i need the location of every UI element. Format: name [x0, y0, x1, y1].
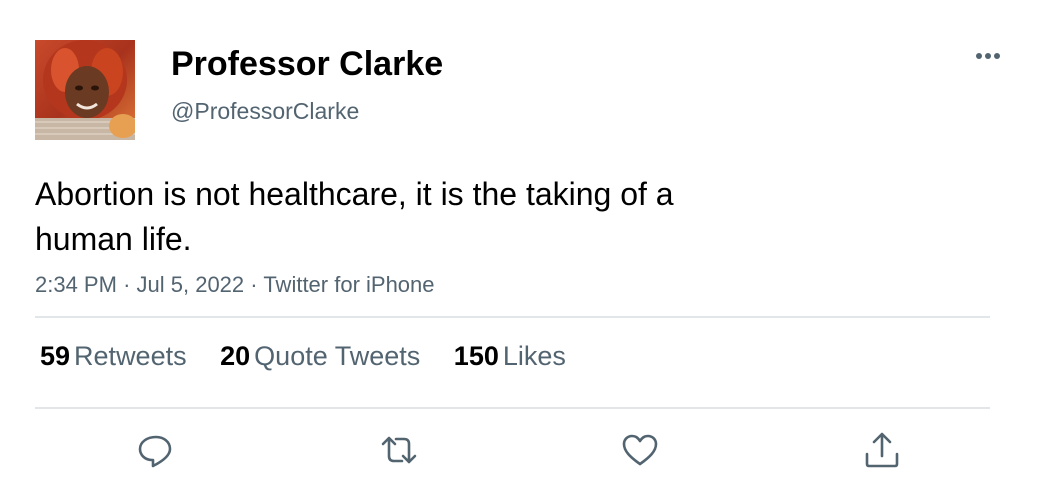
tweet-text-line: human life.	[35, 221, 192, 257]
heart-icon	[622, 434, 658, 466]
quote-tweets-count: 20	[220, 341, 251, 371]
likes-count: 150	[453, 341, 499, 371]
tweet-meta: 2:34 PM · Jul 5, 2022 · Twitter for iPho…	[35, 272, 435, 298]
tweet-text-line: Abortion is not healthcare, it is the ta…	[35, 176, 674, 212]
retweet-button[interactable]	[379, 430, 419, 470]
tweet-text: Abortion is not healthcare, it is the ta…	[35, 172, 795, 262]
avatar[interactable]	[35, 40, 135, 140]
tweet-source[interactable]: Twitter for iPhone	[263, 272, 434, 297]
author-name[interactable]: Professor Clarke	[171, 45, 443, 84]
like-button[interactable]	[620, 430, 660, 470]
reply-icon	[138, 435, 172, 468]
likes-stat[interactable]: 150 Likes	[454, 341, 566, 372]
tweet-time[interactable]: 2:34 PM	[35, 272, 117, 297]
likes-label: Likes	[502, 341, 566, 371]
avatar-image	[35, 40, 135, 140]
quote-tweets-stat[interactable]: 20 Quote Tweets	[220, 341, 420, 372]
retweets-count: 59	[40, 341, 71, 371]
tweet-date[interactable]: Jul 5, 2022	[137, 272, 245, 297]
divider	[35, 316, 990, 318]
reply-button[interactable]	[135, 430, 175, 470]
share-button[interactable]	[862, 430, 902, 470]
retweets-label: Retweets	[74, 341, 187, 371]
more-horizontal-icon	[976, 53, 1000, 59]
more-options-button[interactable]	[966, 42, 1010, 72]
tweet-stats: 59 Retweets 20 Quote Tweets 150 Likes	[40, 341, 592, 372]
meta-separator: ·	[123, 272, 131, 297]
share-icon	[865, 432, 899, 468]
meta-separator: ·	[250, 272, 258, 297]
author-handle[interactable]: @ProfessorClarke	[171, 98, 359, 125]
quote-tweets-label: Quote Tweets	[254, 341, 421, 371]
retweets-stat[interactable]: 59 Retweets	[40, 341, 187, 372]
divider	[35, 407, 990, 409]
retweet-icon	[381, 436, 417, 464]
